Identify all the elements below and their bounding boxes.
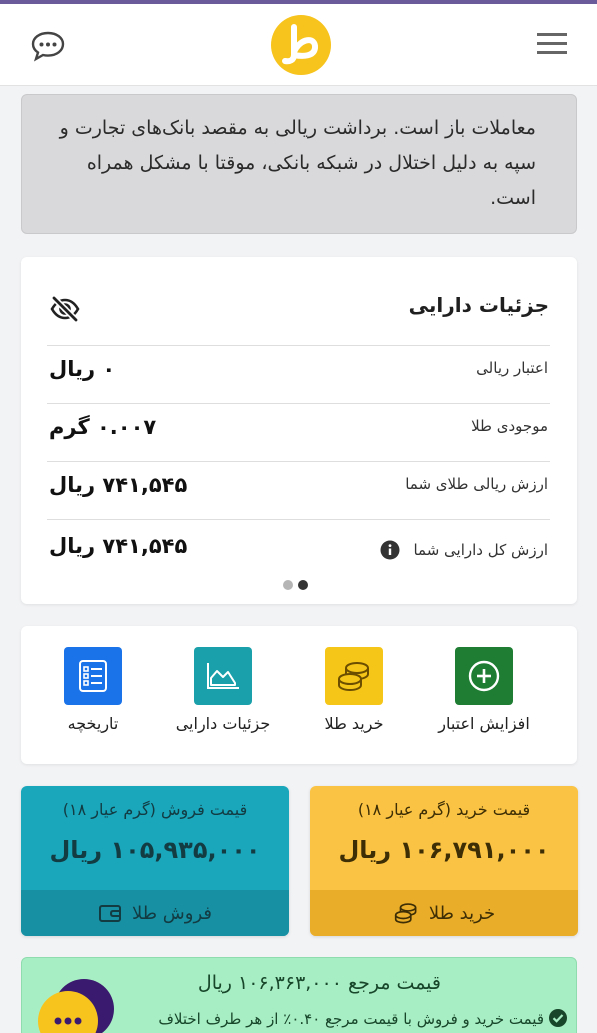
asset-row-value: ۷۴۱,۵۴۵ ریال <box>49 473 188 497</box>
action-label: افزایش اعتبار <box>438 714 530 733</box>
buy-gold-button[interactable]: خرید طلا <box>310 890 578 936</box>
asset-row-label: موجودی طلا <box>471 417 548 435</box>
check-circle-icon <box>549 1009 567 1027</box>
buy-price-title: قیمت خرید (گرم عیار ۱۸) <box>357 800 531 819</box>
area-chart-icon <box>207 663 239 689</box>
carousel-dot-active[interactable] <box>298 580 308 590</box>
reference-price-title: قیمت مرجع ۱۰۶,۳۶۳,۰۰۰ ریال <box>197 972 441 994</box>
notice-banner: معاملات باز است. برداشت ریالی به مقصد با… <box>21 94 577 234</box>
action-tile <box>194 647 252 705</box>
action-asset-details[interactable]: جزئیات دارایی <box>158 647 288 747</box>
hamburger-menu-icon[interactable] <box>537 30 567 58</box>
action-label: خرید طلا <box>324 714 384 733</box>
action-tile <box>64 647 122 705</box>
sell-price-card: قیمت فروش (گرم عیار ۱۸) ۱۰۵,۹۳۵,۰۰۰ ریال… <box>21 786 289 936</box>
asset-row-label: ارزش ریالی طلای شما <box>405 475 548 493</box>
sell-gold-button[interactable]: فروش طلا <box>21 890 289 936</box>
action-increase-credit[interactable]: افزایش اعتبار <box>419 647 549 747</box>
eye-slash-icon[interactable] <box>49 295 81 323</box>
plus-circle-icon <box>468 660 500 692</box>
reference-price-note: قیمت خرید و فروش با قیمت مرجع ۰.۴۰٪ از ه… <box>158 1010 544 1028</box>
assets-title: جزئیات دارایی <box>408 293 549 317</box>
coins-icon <box>338 662 369 692</box>
coins-icon <box>394 903 417 924</box>
assets-card: جزئیات دارایی اعتبار ریالی ۰ ریال موجودی… <box>21 257 577 604</box>
logo-icon <box>271 15 331 75</box>
asset-row-label: ارزش کل دارایی شما <box>413 541 548 559</box>
asset-row-value: ۰ ریال <box>49 357 116 381</box>
buy-gold-label: خرید طلا <box>428 902 496 924</box>
asset-row-gold-rial-value: ارزش ریالی طلای شما ۷۴۱,۵۴۵ ریال <box>47 461 550 519</box>
asset-row-rial-credit: اعتبار ریالی ۰ ریال <box>47 345 550 403</box>
sell-price-title: قیمت فروش (گرم عیار ۱۸) <box>62 800 248 819</box>
action-tile <box>325 647 383 705</box>
action-history[interactable]: تاریخچه <box>28 647 158 747</box>
support-chat-icon[interactable] <box>36 975 116 1033</box>
sell-price-value: ۱۰۵,۹۳۵,۰۰۰ ریال <box>49 836 261 864</box>
asset-row-gold-balance: موجودی طلا ۰.۰۰۷ گرم <box>47 403 550 461</box>
action-tile <box>455 647 513 705</box>
buy-price-card: قیمت خرید (گرم عیار ۱۸) ۱۰۶,۷۹۱,۰۰۰ ریال… <box>310 786 578 936</box>
buy-price-value: ۱۰۶,۷۹۱,۰۰۰ ریال <box>338 836 550 864</box>
asset-row-total-value: ارزش کل دارایی شما ۷۴۱,۵۴۵ ریال <box>47 519 550 577</box>
asset-row-label: اعتبار ریالی <box>476 359 548 377</box>
asset-row-value: ۷۴۱,۵۴۵ ریال <box>49 534 188 558</box>
checklist-icon <box>79 660 107 692</box>
chat-bubble-icon[interactable] <box>30 30 66 62</box>
action-label: جزئیات دارایی <box>175 714 271 733</box>
wallet-icon <box>99 905 121 922</box>
carousel-dots <box>283 575 313 594</box>
app-header <box>0 4 597 86</box>
quick-actions-card: افزایش اعتبار خرید طلا جزئیات دارایی تار… <box>21 626 577 764</box>
asset-row-value: ۰.۰۰۷ گرم <box>49 415 157 439</box>
sell-gold-label: فروش طلا <box>132 902 212 924</box>
action-buy-gold[interactable]: خرید طلا <box>289 647 419 747</box>
info-icon[interactable] <box>380 540 400 560</box>
carousel-dot[interactable] <box>283 580 293 590</box>
action-label: تاریخچه <box>67 714 119 733</box>
